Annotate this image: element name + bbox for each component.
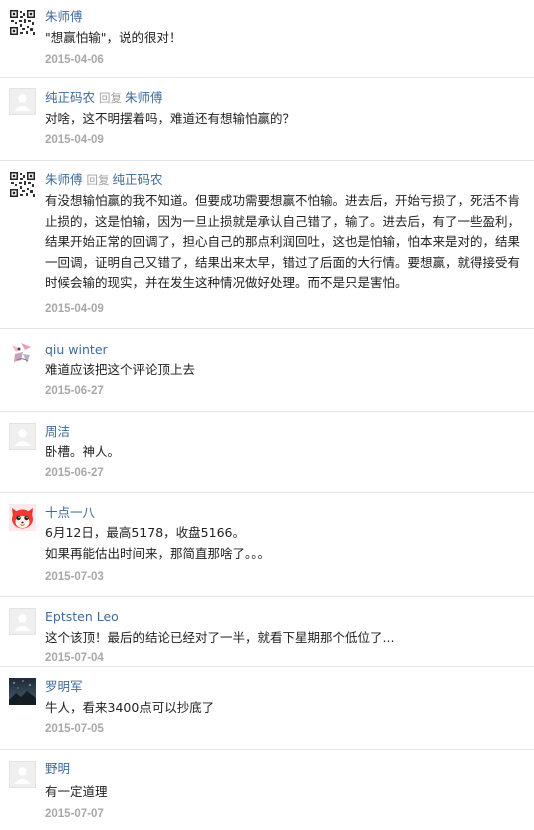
comment-item: qiu winter 难道应该把这个评论顶上去 2015-06-27 (0, 329, 534, 412)
comment-date: 2015-07-03 (45, 571, 104, 583)
comment-item: 罗明军 牛人，看来3400点可以抄底了 2015-07-05 (0, 667, 534, 750)
comment-text: "想赢怕输"，说的很对！ (45, 30, 182, 45)
reply-label: 回复 (99, 91, 123, 105)
comment-header: 野明 (45, 761, 70, 777)
comment-header: 罗明军 (45, 679, 83, 695)
comment-item: 周洁 卧槽。神人。 2015-06-27 (0, 412, 534, 493)
night-sky-avatar-icon[interactable] (9, 678, 36, 705)
comment-date: 2015-06-27 (45, 385, 104, 397)
comment-author[interactable]: 野明 (45, 761, 70, 776)
comment-item: 野明 有一定道理 2015-07-07 (0, 750, 534, 830)
comment-text: 这个该顶！最后的结论已经对了一半，就看下星期那个低位了... (45, 630, 395, 645)
comment-header: 朱师傅 (45, 9, 83, 25)
comment-author[interactable]: 朱师傅 (45, 9, 83, 24)
comment-date: 2015-07-05 (45, 723, 104, 735)
default-user-avatar-icon[interactable] (9, 608, 36, 635)
qr-code-avatar-icon[interactable] (9, 171, 36, 198)
comment-author[interactable]: Eptsten Leo (45, 609, 119, 624)
comment-author[interactable]: 朱师傅 (45, 172, 83, 187)
comment-text: 对啥，这不明摆着吗，难道还有想输怕赢的？ (45, 111, 296, 126)
comment-date: 2015-04-09 (45, 134, 104, 146)
reply-target-author[interactable]: 朱师傅 (125, 90, 163, 105)
comment-item: 朱师傅 回复 纯正码农 有没想输怕赢的我不知道。但要成功需要想赢不怕输。进去后，开始… (0, 161, 534, 329)
comment-date: 2015-06-27 (45, 467, 104, 479)
sketch-avatar-icon[interactable] (9, 340, 36, 367)
comment-author[interactable]: 纯正码农 (45, 90, 95, 105)
comment-header: 十点一八 (45, 505, 95, 521)
comment-header: qiu winter (45, 342, 108, 358)
comment-header: Eptsten Leo (45, 609, 119, 625)
comment-item: Eptsten Leo 这个该顶！最后的结论已经对了一半，就看下星期那个低位了.… (0, 597, 534, 667)
comment-author[interactable]: 十点一八 (45, 505, 95, 520)
reply-label: 回复 (86, 173, 110, 187)
comment-date: 2015-04-06 (45, 54, 104, 66)
reply-target-author[interactable]: 纯正码农 (113, 172, 163, 187)
comment-list: 朱师傅 "想赢怕输"，说的很对！ 2015-04-06 纯正码农 回复 朱师傅 对啥… (0, 0, 534, 830)
comment-header: 纯正码农 回复 朱师傅 (45, 90, 163, 106)
comment-text: 难道应该把这个评论顶上去 (45, 362, 196, 377)
comment-author[interactable]: 周洁 (45, 424, 70, 439)
comment-text: 有没想输怕赢的我不知道。但要成功需要想赢不怕输。进去后，开始亏损了，死活不肯止损… (45, 193, 521, 290)
comment-author[interactable]: 罗明军 (45, 679, 83, 694)
comment-item: 纯正码农 回复 朱师傅 对啥，这不明摆着吗，难道还有想输怕赢的？ 2015-04-0… (0, 78, 534, 161)
comment-date: 2015-07-07 (45, 808, 104, 820)
comment-text: 卧槽。神人。 (45, 444, 121, 459)
comment-header: 周洁 (45, 424, 70, 440)
comment-item: 十点一八 6月12日，最高5178，收盘5166。 如果再能估出时间来，那简直那… (0, 493, 534, 597)
comment-text: 牛人，看来3400点可以抄底了 (45, 700, 215, 715)
comment-item: 朱师傅 "想赢怕输"，说的很对！ 2015-04-06 (0, 0, 534, 78)
comment-header: 朱师傅 回复 纯正码农 (45, 172, 163, 188)
qr-code-avatar-icon[interactable] (9, 9, 36, 36)
cartoon-fox-avatar-icon[interactable] (9, 504, 36, 531)
comment-text: 6月12日，最高5178，收盘5166。 如果再能估出时间来，那简直那啥了。。。 (45, 525, 271, 561)
comment-date: 2015-04-09 (45, 303, 104, 315)
default-user-avatar-icon[interactable] (9, 761, 36, 788)
comment-author[interactable]: qiu winter (45, 342, 108, 357)
comment-date: 2015-07-04 (45, 652, 104, 664)
default-user-avatar-icon[interactable] (9, 88, 36, 115)
comment-text: 有一定道理 (45, 784, 108, 799)
default-user-avatar-icon[interactable] (9, 423, 36, 450)
